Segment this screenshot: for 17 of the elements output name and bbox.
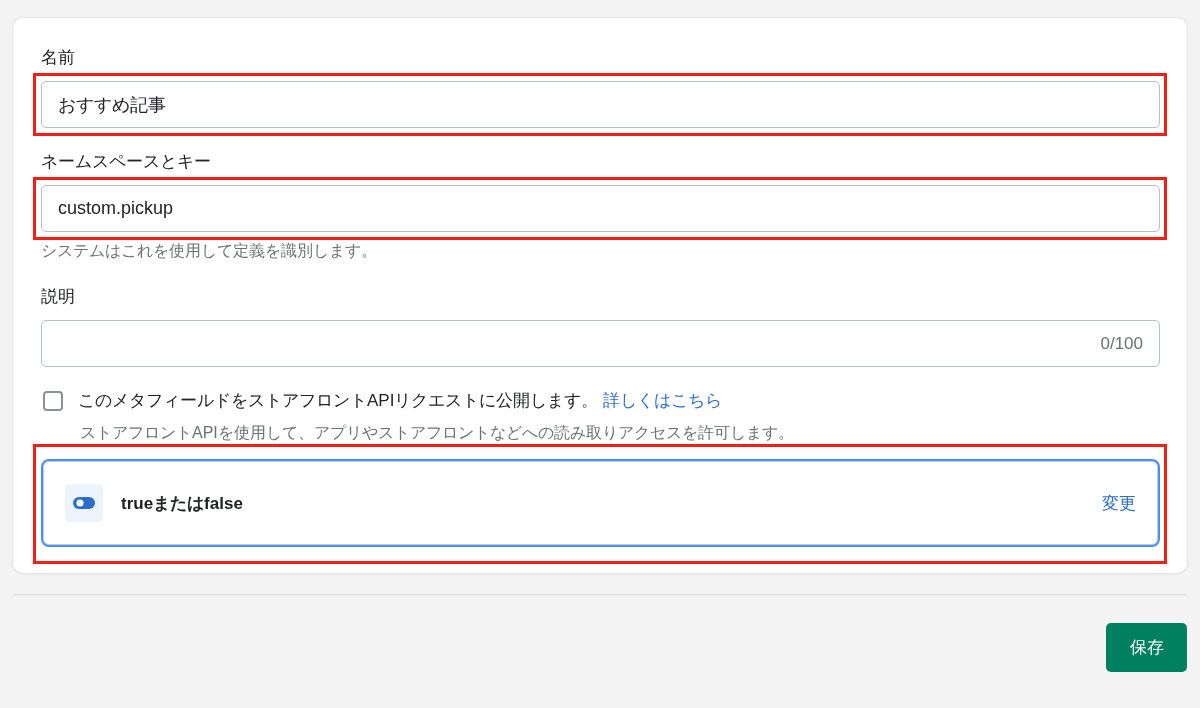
toggle-icon <box>65 484 103 522</box>
learn-more-link[interactable]: 詳しくはこちら <box>603 391 723 410</box>
field-label: 名前 <box>41 47 75 69</box>
field-label: ネームスペースとキー <box>41 151 211 173</box>
help-text: ストアフロントAPIを使用して、アプリやストアフロントなどへの読み取りアクセスを許可します。 <box>80 423 794 443</box>
help-text: システムはこれを使用して定義を識別します。 <box>41 241 377 261</box>
type-card[interactable]: trueまたはfalse 変更 <box>41 459 1160 547</box>
change-link[interactable]: 変更 <box>1102 491 1136 515</box>
type-name: trueまたはfalse <box>121 492 244 515</box>
character-counter: 0/100 <box>1100 333 1143 354</box>
text-field[interactable]: custom.pickup <box>41 185 1160 232</box>
checkbox[interactable] <box>43 391 63 411</box>
text-field[interactable]: おすすめ記事 <box>41 81 1160 128</box>
checkbox-label: このメタフィールドをストアフロントAPIリクエストに公開します。 詳しくはこちら <box>78 390 723 412</box>
save-button[interactable]: 保存 <box>1106 623 1187 672</box>
field-label: 説明 <box>41 286 75 308</box>
description-field[interactable]: 0/100 <box>41 320 1160 367</box>
